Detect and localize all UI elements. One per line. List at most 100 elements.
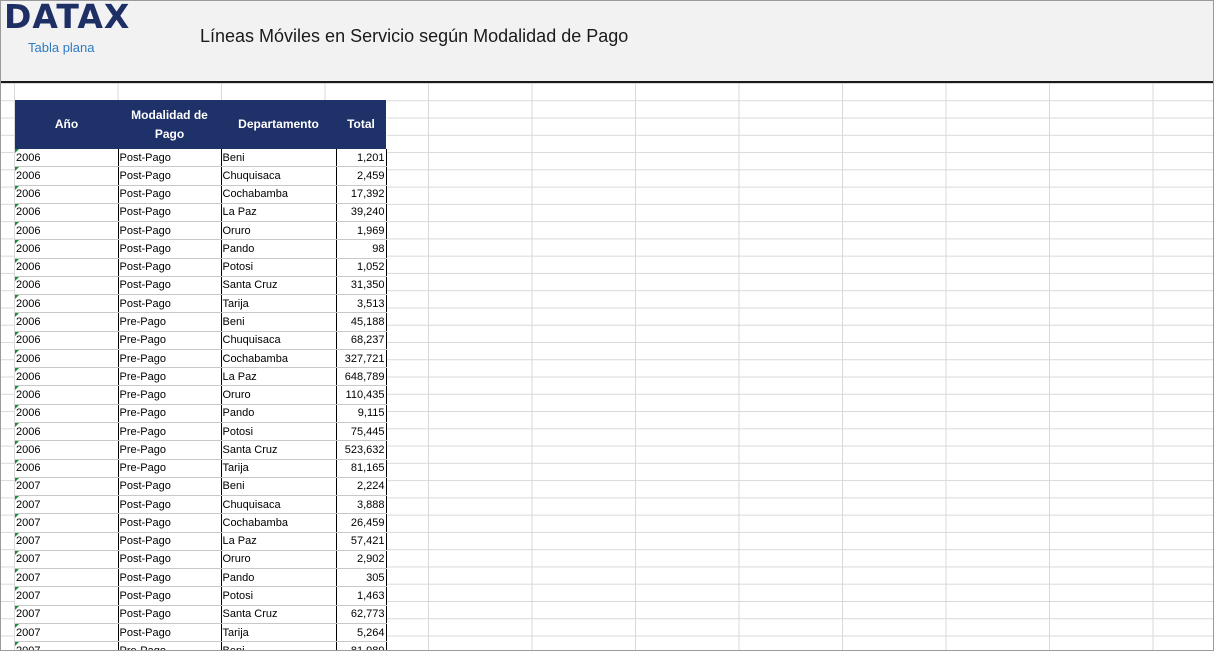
cell-department[interactable]: Tarija [220,294,336,314]
cell-department[interactable]: Oruro [220,550,336,570]
cell-year[interactable]: 2006 [15,312,118,332]
error-indicator-icon[interactable] [15,149,19,153]
cell-year[interactable]: 2007 [15,532,118,551]
cell-total[interactable]: 327,721 [335,349,387,369]
cell-year[interactable]: 2007 [15,623,118,643]
table-row[interactable]: 2007 Post-Pago Tarija 5,264 [15,623,387,643]
cell-year[interactable]: 2007 [15,641,118,650]
table-row[interactable]: 2006 Post-Pago Chuquisaca 2,459 [15,166,387,186]
table-row[interactable]: 2007 Post-Pago Chuquisaca 3,888 [15,495,387,515]
error-indicator-icon[interactable] [15,532,19,537]
cell-year[interactable]: 2006 [15,367,118,387]
cell-payment-mode[interactable]: Post-Pago [117,203,221,223]
cell-total[interactable]: 523,632 [335,440,387,460]
cell-total[interactable]: 3,888 [335,495,387,515]
cell-total[interactable]: 110,435 [335,385,387,405]
cell-payment-mode[interactable]: Pre-Pago [117,385,221,405]
header-year[interactable]: Año [15,100,118,149]
cell-total[interactable]: 2,459 [335,166,387,186]
cell-year[interactable]: 2007 [15,513,118,533]
cell-payment-mode[interactable]: Pre-Pago [117,349,221,369]
cell-payment-mode[interactable]: Post-Pago [117,623,221,643]
cell-total[interactable]: 62,773 [335,605,387,624]
error-indicator-icon[interactable] [15,258,19,263]
cell-payment-mode[interactable]: Post-Pago [117,294,221,314]
cell-year[interactable]: 2006 [15,166,118,186]
cell-total[interactable]: 5,264 [335,623,387,643]
table-row[interactable]: 2007 Pre-Pago Beni 81,989 [15,641,387,650]
cell-total[interactable]: 31,350 [335,276,387,296]
cell-payment-mode[interactable]: Pre-Pago [117,312,221,332]
error-indicator-icon[interactable] [15,642,19,647]
error-indicator-icon[interactable] [15,368,19,373]
cell-department[interactable]: Beni [220,641,336,650]
cell-year[interactable]: 2006 [15,221,118,241]
table-row[interactable]: 2007 Post-Pago Pando 305 [15,568,387,588]
cell-year[interactable]: 2007 [15,495,118,515]
cell-department[interactable]: Beni [220,149,336,168]
cell-year[interactable]: 2006 [15,258,118,277]
cell-total[interactable]: 1,201 [335,149,387,168]
cell-total[interactable]: 3,513 [335,294,387,314]
cell-total[interactable]: 57,421 [335,532,387,551]
table-row[interactable]: 2006 Post-Pago La Paz 39,240 [15,203,387,223]
cell-year[interactable]: 2007 [15,568,118,588]
error-indicator-icon[interactable] [15,203,19,208]
table-row[interactable]: 2006 Pre-Pago La Paz 648,789 [15,367,387,387]
cell-total[interactable]: 9,115 [335,404,387,423]
cell-department[interactable]: Cochabamba [220,349,336,369]
cell-year[interactable]: 2006 [15,459,118,478]
error-indicator-icon[interactable] [15,459,19,464]
cell-department[interactable]: Santa Cruz [220,276,336,296]
error-indicator-icon[interactable] [15,404,19,409]
table-row[interactable]: 2006 Post-Pago Beni 1,201 [15,149,387,168]
error-indicator-icon[interactable] [15,331,19,336]
header-payment-mode[interactable]: Modalidad de Pago [118,100,221,149]
cell-payment-mode[interactable]: Post-Pago [117,532,221,551]
cell-year[interactable]: 2007 [15,586,118,606]
cell-payment-mode[interactable]: Post-Pago [117,495,221,515]
table-row[interactable]: 2006 Pre-Pago Cochabamba 327,721 [15,349,387,369]
cell-year[interactable]: 2006 [15,149,118,168]
cell-total[interactable]: 81,165 [335,459,387,478]
table-row[interactable]: 2006 Post-Pago Cochabamba 17,392 [15,185,387,204]
cell-payment-mode[interactable]: Post-Pago [117,166,221,186]
cell-payment-mode[interactable]: Post-Pago [117,568,221,588]
cell-payment-mode[interactable]: Post-Pago [117,550,221,570]
cell-department[interactable]: Beni [220,477,336,497]
cell-department[interactable]: Potosi [220,586,336,606]
table-row[interactable]: 2006 Pre-Pago Chuquisaca 68,237 [15,331,387,350]
table-row[interactable]: 2007 Post-Pago Santa Cruz 62,773 [15,605,387,624]
table-row[interactable]: 2006 Pre-Pago Potosi 75,445 [15,422,387,442]
table-row[interactable]: 2006 Pre-Pago Oruro 110,435 [15,385,387,405]
cell-department[interactable]: Cochabamba [220,513,336,533]
table-row[interactable]: 2006 Pre-Pago Santa Cruz 523,632 [15,440,387,460]
cell-department[interactable]: Tarija [220,623,336,643]
table-row[interactable]: 2007 Post-Pago Potosi 1,463 [15,586,387,606]
cell-total[interactable]: 1,463 [335,586,387,606]
table-row[interactable]: 2007 Post-Pago Oruro 2,902 [15,550,387,570]
cell-department[interactable]: La Paz [220,203,336,223]
cell-year[interactable]: 2006 [15,185,118,204]
cell-department[interactable]: Potosi [220,422,336,442]
cell-department[interactable]: Pando [220,239,336,259]
error-indicator-icon[interactable] [15,386,19,391]
cell-payment-mode[interactable]: Post-Pago [117,221,221,241]
cell-department[interactable]: Cochabamba [220,185,336,204]
cell-total[interactable]: 98 [335,239,387,259]
cell-department[interactable]: Santa Cruz [220,605,336,624]
error-indicator-icon[interactable] [15,349,19,354]
cell-payment-mode[interactable]: Post-Pago [117,586,221,606]
cell-payment-mode[interactable]: Post-Pago [117,513,221,533]
cell-year[interactable]: 2006 [15,404,118,423]
cell-payment-mode[interactable]: Pre-Pago [117,641,221,650]
cell-department[interactable]: Pando [220,568,336,588]
header-total[interactable]: Total [336,100,386,149]
error-indicator-icon[interactable] [15,276,19,281]
cell-total[interactable]: 45,188 [335,312,387,332]
cell-year[interactable]: 2006 [15,203,118,223]
error-indicator-icon[interactable] [15,295,19,300]
error-indicator-icon[interactable] [15,441,19,446]
table-row[interactable]: 2006 Post-Pago Santa Cruz 31,350 [15,276,387,296]
cell-department[interactable]: Beni [220,312,336,332]
